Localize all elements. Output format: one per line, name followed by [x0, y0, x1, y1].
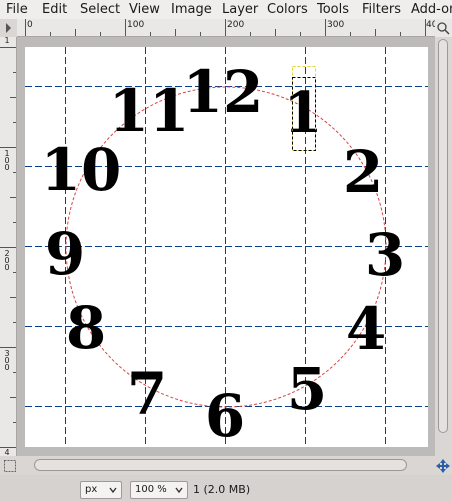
menu-bar: File Edit Select View Image Layer Colors… — [0, 0, 452, 19]
ruler-label: 300 — [4, 349, 10, 372]
clock-numeral-9: 9 — [45, 220, 85, 288]
clock-numeral-5: 5 — [287, 355, 327, 423]
horizontal-scrollbar-thumb[interactable] — [34, 459, 407, 471]
navigate-icon[interactable] — [436, 459, 450, 473]
clock-numeral-4: 4 — [346, 295, 386, 363]
menu-view[interactable]: View — [129, 1, 160, 18]
clock-numeral-1: 1 — [284, 80, 323, 146]
clock-numeral-2: 2 — [343, 138, 383, 206]
clock-drawing: 12 1 2 3 4 5 6 7 8 9 10 11 — [25, 47, 428, 450]
quick-mask-icon[interactable] — [4, 460, 16, 472]
clock-numeral-11: 11 — [109, 77, 190, 145]
menu-layer[interactable]: Layer — [222, 1, 258, 18]
chevron-down-icon — [175, 487, 183, 494]
menu-addons[interactable]: Add-ons — [411, 1, 452, 18]
menu-file[interactable]: File — [6, 1, 28, 18]
menu-edit[interactable]: Edit — [42, 1, 67, 18]
horizontal-ruler[interactable]: 0 100 200 300 40 — [17, 19, 435, 37]
clock-numeral-3: 3 — [365, 221, 405, 289]
ruler-label: 0 — [27, 20, 33, 30]
menu-colors[interactable]: Colors — [267, 1, 308, 18]
image-canvas[interactable]: 12 1 2 3 4 5 6 7 8 9 10 11 — [25, 47, 428, 450]
zoom-value: 100 % — [135, 484, 167, 495]
pointer-menu-button[interactable] — [0, 19, 17, 37]
unit-select[interactable]: px — [80, 481, 122, 499]
menu-filters[interactable]: Filters — [362, 1, 401, 18]
ruler-label: 100 — [4, 149, 10, 172]
clock-numeral-7: 7 — [127, 360, 167, 428]
ruler-label: 100 — [127, 20, 145, 30]
chevron-down-icon — [109, 487, 117, 494]
ruler-label: 4 — [4, 448, 10, 457]
menu-tools[interactable]: Tools — [317, 1, 349, 18]
clock-numeral-10: 10 — [41, 136, 122, 204]
zoom-select[interactable]: 100 % — [130, 481, 188, 499]
menu-select[interactable]: Select — [80, 1, 120, 18]
zoom-toggle-button[interactable] — [435, 19, 452, 37]
clock-numeral-8: 8 — [66, 294, 106, 362]
vertical-scrollbar-thumb[interactable] — [438, 39, 448, 433]
pointer-icon — [6, 23, 11, 33]
clock-numeral-12: 12 — [183, 58, 264, 126]
menu-image[interactable]: Image — [171, 1, 212, 18]
canvas-area[interactable]: 12 1 2 3 4 5 6 7 8 9 10 11 — [17, 37, 435, 456]
ruler-label: 1 — [4, 37, 10, 45]
ruler-label: 300 — [327, 20, 345, 30]
ruler-label: 200 — [4, 249, 10, 272]
layer-info: 1 (2.0 MB) — [193, 483, 251, 496]
ruler-label: 40 — [426, 20, 435, 30]
zoom-toggle-icon — [437, 22, 450, 35]
unit-value: px — [85, 484, 98, 495]
vertical-ruler[interactable]: 1 100 200 300 4 — [0, 37, 17, 456]
ruler-ticks — [25, 19, 426, 36]
ruler-label: 200 — [227, 20, 245, 30]
ruler-ticks — [0, 47, 16, 448]
clock-numeral-6: 6 — [205, 382, 245, 447]
